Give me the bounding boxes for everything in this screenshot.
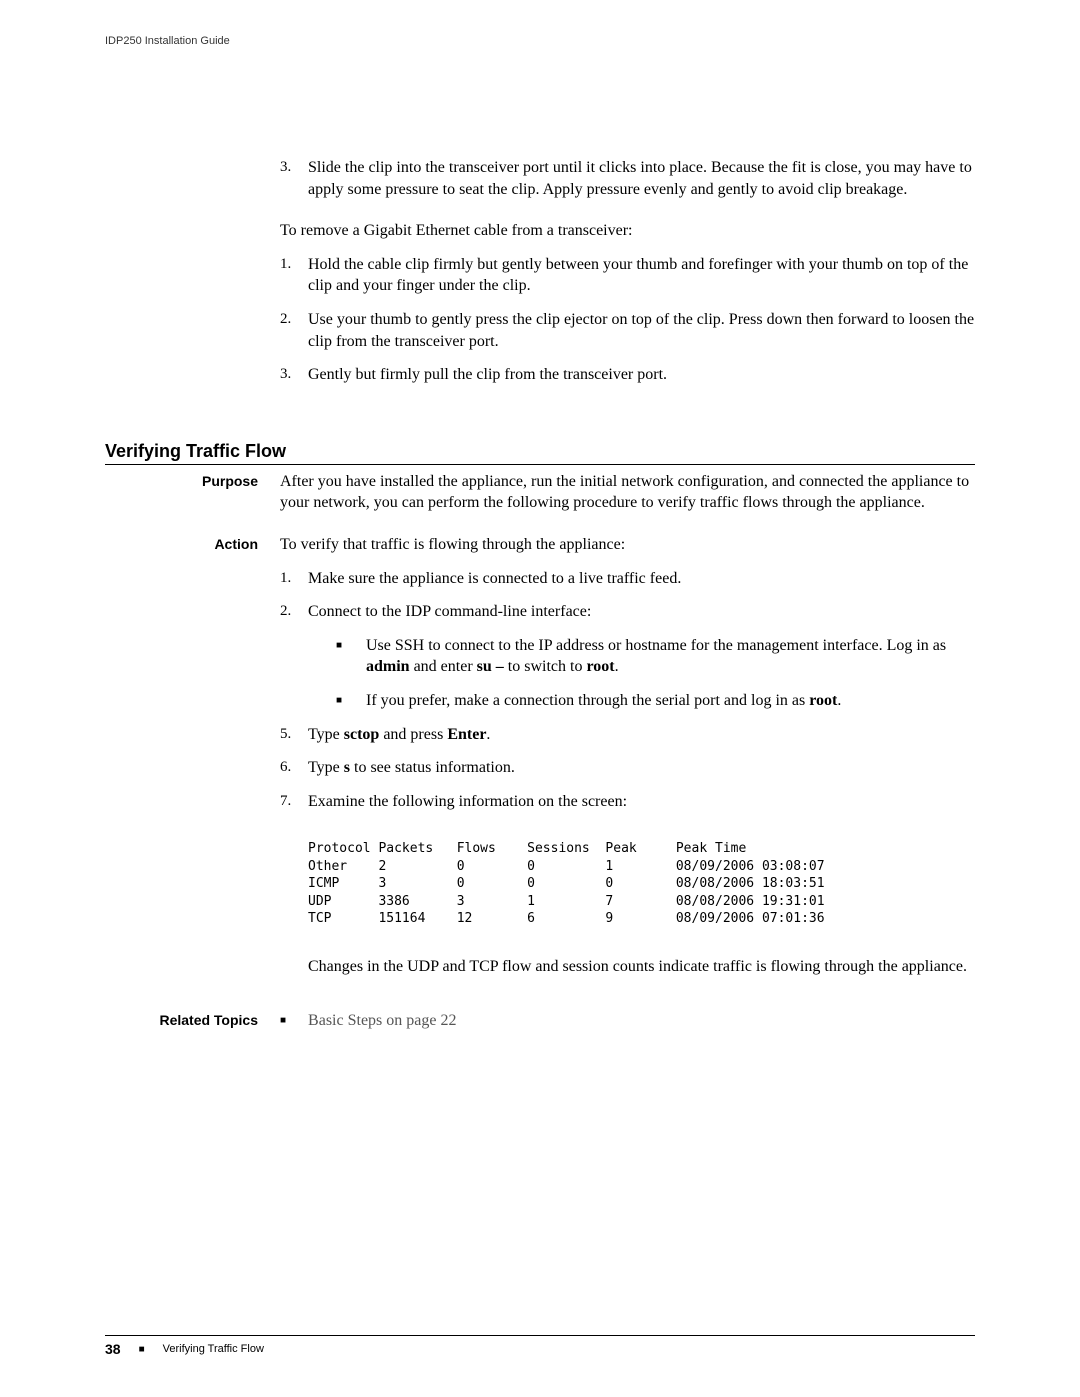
page-footer: 38 ■ Verifying Traffic Flow: [105, 1335, 975, 1357]
related-label: Related Topics: [105, 1010, 280, 1032]
page-number: 38: [105, 1341, 121, 1357]
purpose-label: Purpose: [105, 471, 280, 514]
list-item: If you prefer, make a connection through…: [336, 690, 975, 712]
sub-bullets: Use SSH to connect to the IP address or …: [336, 635, 975, 712]
bold-text: sctop: [344, 726, 380, 743]
action-intro: To verify that traffic is flowing throug…: [280, 534, 975, 556]
list-item: Use your thumb to gently press the clip …: [280, 309, 975, 352]
text: .: [486, 726, 490, 743]
list-item: Use SSH to connect to the IP address or …: [336, 635, 975, 678]
text: and enter: [410, 658, 477, 675]
text: .: [837, 692, 841, 709]
bold-text: su –: [477, 658, 504, 675]
text: Type: [308, 759, 344, 776]
bold-text: root: [809, 692, 837, 709]
text: to see status information.: [350, 759, 515, 776]
list-item: Slide the clip into the transceiver port…: [280, 157, 975, 200]
step-text: Connect to the IDP command-line interfac…: [308, 603, 591, 620]
section-heading: Verifying Traffic Flow: [105, 441, 975, 465]
list-item: Type sctop and press Enter.: [280, 724, 975, 746]
bold-text: admin: [366, 658, 410, 675]
text: Type: [308, 726, 344, 743]
list-item: Gently but firmly pull the clip from the…: [280, 364, 975, 386]
action-note: Changes in the UDP and TCP flow and sess…: [308, 956, 975, 978]
bold-text: root: [586, 658, 614, 675]
list-item: Make sure the appliance is connected to …: [280, 568, 975, 590]
action-steps: Make sure the appliance is connected to …: [280, 568, 975, 813]
remove-intro: To remove a Gigabit Ethernet cable from …: [280, 220, 975, 242]
list-item: Type s to see status information.: [280, 757, 975, 779]
text: Use SSH to connect to the IP address or …: [366, 637, 946, 654]
footer-section-name: Verifying Traffic Flow: [163, 1343, 264, 1355]
related-link[interactable]: Basic Steps on page 22: [308, 1010, 456, 1032]
purpose-text: After you have installed the appliance, …: [280, 471, 975, 514]
terminal-output: Protocol Packets Flows Sessions Peak Pea…: [308, 840, 975, 928]
list-item: Examine the following information on the…: [280, 791, 975, 813]
bullet-icon: ■: [139, 1344, 145, 1355]
intro-steps-continued: Slide the clip into the transceiver port…: [280, 157, 975, 200]
action-label: Action: [105, 534, 280, 990]
text: .: [615, 658, 619, 675]
bold-text: Enter: [447, 726, 486, 743]
header-title: IDP250 Installation Guide: [105, 35, 975, 47]
list-item: Hold the cable clip firmly but gently be…: [280, 254, 975, 297]
text: and press: [379, 726, 447, 743]
text: to switch to: [504, 658, 587, 675]
text: If you prefer, make a connection through…: [366, 692, 809, 709]
remove-steps: Hold the cable clip firmly but gently be…: [280, 254, 975, 386]
list-item: Connect to the IDP command-line interfac…: [280, 601, 975, 711]
bullet-icon: ■: [280, 1010, 286, 1028]
